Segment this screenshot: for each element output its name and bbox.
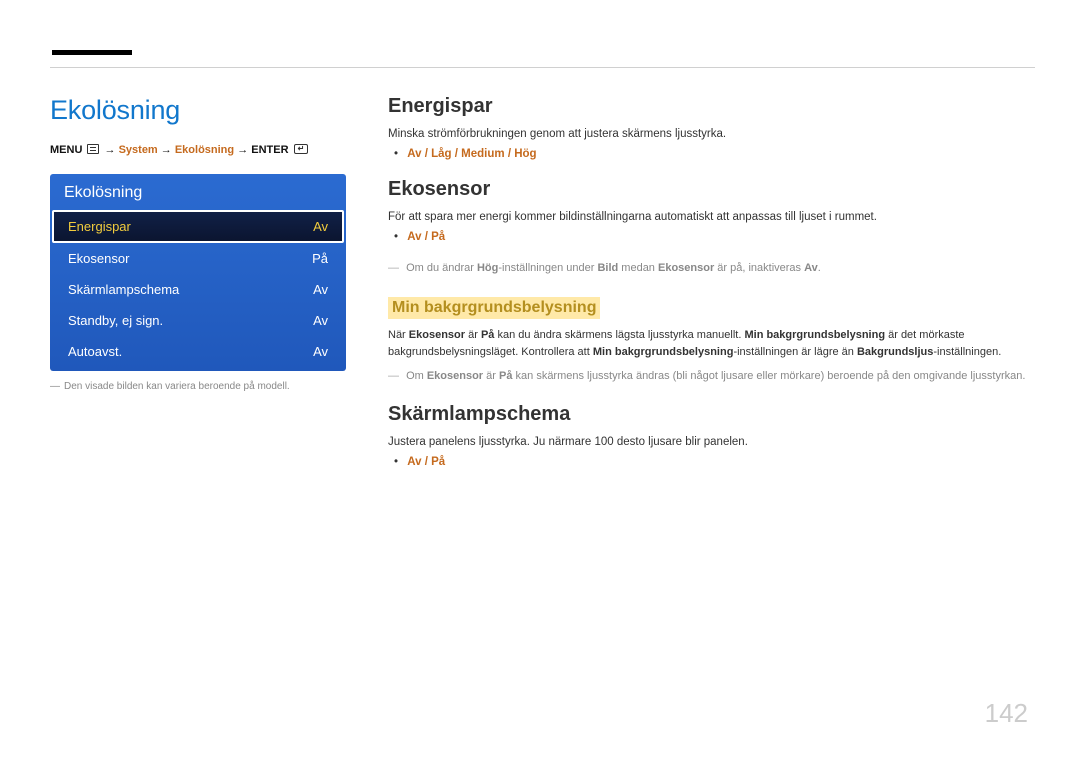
bullet-icon: • bbox=[394, 456, 398, 468]
menu-item-energispar[interactable]: Energispar Av bbox=[52, 210, 344, 243]
menu-panel: Ekolösning Energispar Av Ekosensor På Sk… bbox=[50, 174, 346, 371]
breadcrumb-seg-ekolosning: Ekolösning bbox=[175, 144, 234, 156]
opt: Hög bbox=[514, 148, 536, 160]
header-divider bbox=[50, 67, 1035, 68]
menu-item-standby[interactable]: Standby, ej sign. Av bbox=[50, 305, 346, 336]
section-heading-energispar: Energispar bbox=[388, 95, 1035, 118]
section-energispar: Energispar Minska strömförbrukningen gen… bbox=[388, 95, 1035, 160]
menu-label: MENU bbox=[50, 144, 82, 156]
right-column: Energispar Minska strömförbrukningen gen… bbox=[388, 95, 1035, 486]
panel-footnote: Den visade bilden kan variera beroende p… bbox=[50, 381, 350, 392]
page-number: 142 bbox=[985, 698, 1028, 729]
section-skarmlampschema: Skärmlampschema Justera panelens ljussty… bbox=[388, 403, 1035, 468]
menu-item-label: Energispar bbox=[68, 219, 131, 234]
sub-heading-minbakgrund: Min bakgrgrundsbelysning bbox=[388, 297, 600, 319]
breadcrumb-arrow-3: → bbox=[237, 144, 248, 156]
menu-item-label: Ekosensor bbox=[68, 251, 129, 266]
note-ekosensor: Om du ändrar Hög-inställningen under Bil… bbox=[388, 261, 1035, 277]
bullet-icon: • bbox=[394, 231, 398, 243]
breadcrumb-arrow-2: → bbox=[161, 144, 172, 156]
section-desc-ekosensor: För att spara mer energi kommer bildinst… bbox=[388, 211, 1035, 223]
opt: Låg bbox=[431, 148, 451, 160]
menu-panel-title: Ekolösning bbox=[50, 174, 346, 210]
menu-item-value: Av bbox=[313, 219, 328, 234]
bullet-icon: • bbox=[394, 148, 398, 160]
menu-item-value: På bbox=[312, 251, 328, 266]
opt: Av bbox=[407, 231, 421, 243]
page-title: Ekolösning bbox=[50, 95, 350, 126]
opt: Av bbox=[407, 456, 421, 468]
section-options-ekosensor: • Av / På bbox=[394, 231, 1035, 243]
page-content: Ekolösning MENU → System → Ekolösning → … bbox=[50, 95, 1035, 486]
section-ekosensor: Ekosensor För att spara mer energi komme… bbox=[388, 178, 1035, 385]
menu-item-ekosensor[interactable]: Ekosensor På bbox=[50, 243, 346, 274]
enter-icon bbox=[294, 144, 308, 154]
sub-para-minbakgrund: När Ekosensor är På kan du ändra skärmen… bbox=[388, 327, 1035, 361]
menu-item-autoavst[interactable]: Autoavst. Av bbox=[50, 336, 346, 367]
menu-icon bbox=[87, 144, 99, 154]
menu-item-value: Av bbox=[313, 282, 328, 297]
section-options-energispar: • Av / Låg / Medium / Hög bbox=[394, 148, 1035, 160]
opt: Av bbox=[407, 148, 421, 160]
opt: Medium bbox=[461, 148, 504, 160]
sub-note-minbakgrund: Om Ekosensor är På kan skärmens ljusstyr… bbox=[388, 369, 1035, 385]
section-heading-ekosensor: Ekosensor bbox=[388, 178, 1035, 201]
left-column: Ekolösning MENU → System → Ekolösning → … bbox=[50, 95, 350, 486]
breadcrumb-arrow-1: → bbox=[105, 144, 116, 156]
breadcrumb-seg-system: System bbox=[119, 144, 158, 156]
opt: På bbox=[431, 231, 445, 243]
menu-item-skarmlampschema[interactable]: Skärmlampschema Av bbox=[50, 274, 346, 305]
breadcrumb: MENU → System → Ekolösning → ENTER bbox=[50, 144, 350, 156]
section-desc-skarmlampschema: Justera panelens ljusstyrka. Ju närmare … bbox=[388, 436, 1035, 448]
opt: På bbox=[431, 456, 445, 468]
menu-item-label: Autoavst. bbox=[68, 344, 122, 359]
enter-label: ENTER bbox=[251, 144, 288, 156]
menu-item-label: Skärmlampschema bbox=[68, 282, 179, 297]
section-heading-skarmlampschema: Skärmlampschema bbox=[388, 403, 1035, 426]
menu-item-value: Av bbox=[313, 344, 328, 359]
menu-item-value: Av bbox=[313, 313, 328, 328]
menu-item-label: Standby, ej sign. bbox=[68, 313, 163, 328]
header-accent bbox=[52, 50, 132, 55]
section-desc-energispar: Minska strömförbrukningen genom att just… bbox=[388, 128, 1035, 140]
section-options-skarmlampschema: • Av / På bbox=[394, 456, 1035, 468]
